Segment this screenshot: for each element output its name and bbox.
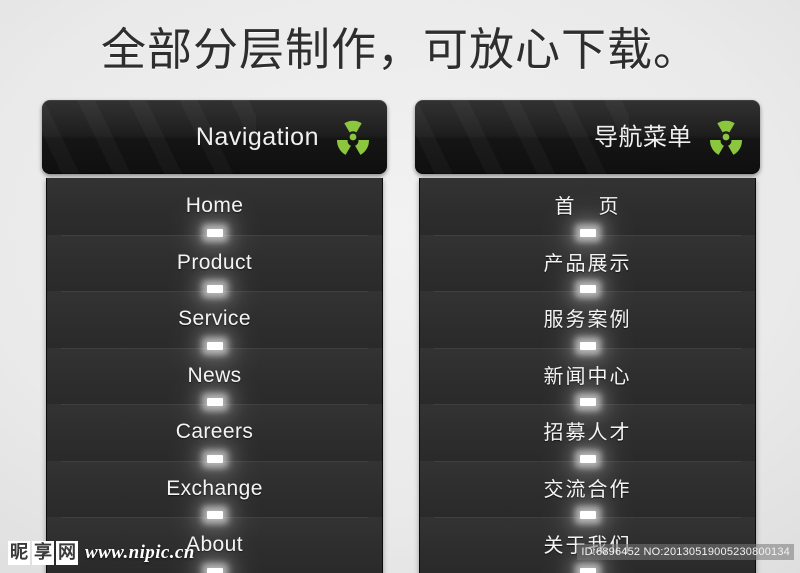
menu-item-label: 产品展示 — [543, 250, 632, 275]
panel-header-chinese: 导航菜单 — [415, 100, 760, 174]
menu-item-jiaoliuhezuo[interactable]: 交流合作 — [420, 460, 755, 519]
menu-item-home[interactable]: Home — [47, 178, 382, 237]
menu-item-zhaomurencai[interactable]: 招募人才 — [420, 404, 755, 463]
menu-item-news[interactable]: News — [47, 347, 382, 406]
menu-item-label: 关于我们 — [543, 533, 632, 558]
menu-list-english: Home Product Service News Careers Exchan… — [46, 178, 383, 573]
radiation-icon — [337, 120, 369, 155]
menu-list-chinese: 首 页 产品展示 服务案例 新闻中心 招募人才 交流合作 关于我们 — [419, 178, 756, 573]
navigation-panel-english: Navigation Home Product Service News Car… — [42, 100, 387, 573]
screenshot-root: 全部分层制作，可放心下载。 Navigation Home Product Se… — [0, 0, 800, 573]
page-title: 全部分层制作，可放心下载。 — [100, 23, 699, 76]
menu-item-label: Careers — [175, 420, 254, 444]
menu-item-glow-marker — [206, 567, 223, 573]
watermark-logo-char-1: 昵 — [8, 541, 30, 565]
menu-item-chanpinzhanshi[interactable]: 产品展示 — [420, 234, 755, 293]
menu-item-guanyuwomen[interactable]: 关于我们 — [420, 517, 755, 573]
menu-item-label: News — [187, 363, 242, 387]
radiation-icon — [710, 120, 742, 155]
panel-title-english: Navigation — [195, 123, 319, 151]
menu-item-label: 交流合作 — [543, 476, 632, 501]
menu-item-label: 服务案例 — [543, 307, 632, 332]
menu-item-label: Exchange — [166, 476, 263, 500]
menu-item-label: Home — [185, 194, 244, 218]
menu-item-exchange[interactable]: Exchange — [47, 460, 382, 519]
menu-item-label: Product — [176, 250, 253, 274]
menu-item-product[interactable]: Product — [47, 234, 382, 293]
menu-item-label: About — [186, 533, 243, 557]
menu-item-label: 招募人才 — [543, 420, 632, 445]
panel-title-chinese: 导航菜单 — [594, 123, 692, 151]
menu-item-label: Service — [178, 307, 251, 331]
menu-item-xinwenzhongxin[interactable]: 新闻中心 — [420, 347, 755, 406]
panel-header-english: Navigation — [42, 100, 387, 174]
menu-item-about[interactable]: About — [47, 517, 382, 573]
menu-item-label: 新闻中心 — [543, 363, 632, 388]
navigation-panel-chinese: 导航菜单 首 页 产品展示 服务案例 新闻中心 招募人才 交流合作 关于我们 — [415, 100, 760, 573]
menu-item-careers[interactable]: Careers — [47, 404, 382, 463]
menu-item-glow-marker — [579, 567, 596, 573]
menu-item-shouye[interactable]: 首 页 — [420, 178, 755, 237]
menu-item-service[interactable]: Service — [47, 291, 382, 350]
menu-item-fuwuanli[interactable]: 服务案例 — [420, 291, 755, 350]
menu-item-label: 首 页 — [554, 194, 621, 219]
